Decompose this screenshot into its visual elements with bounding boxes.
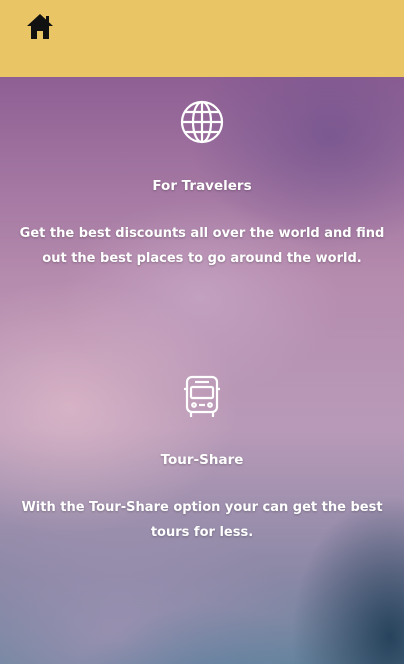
top-bar — [0, 0, 404, 77]
feature-description: Get the best discounts all over the worl… — [19, 226, 385, 266]
home-icon — [27, 14, 53, 39]
home-button[interactable] — [24, 10, 56, 42]
feature-for-travelers: For Travelers Get the best discounts all… — [0, 100, 404, 271]
feature-description: With the Tour-Share option your can get … — [21, 500, 383, 540]
feature-tour-share: Tour-Share With the Tour-Share option yo… — [0, 375, 404, 545]
globe-icon — [180, 100, 224, 148]
feature-title: For Travelers — [152, 178, 252, 194]
bus-icon — [182, 375, 222, 423]
feature-title: Tour-Share — [160, 452, 244, 468]
